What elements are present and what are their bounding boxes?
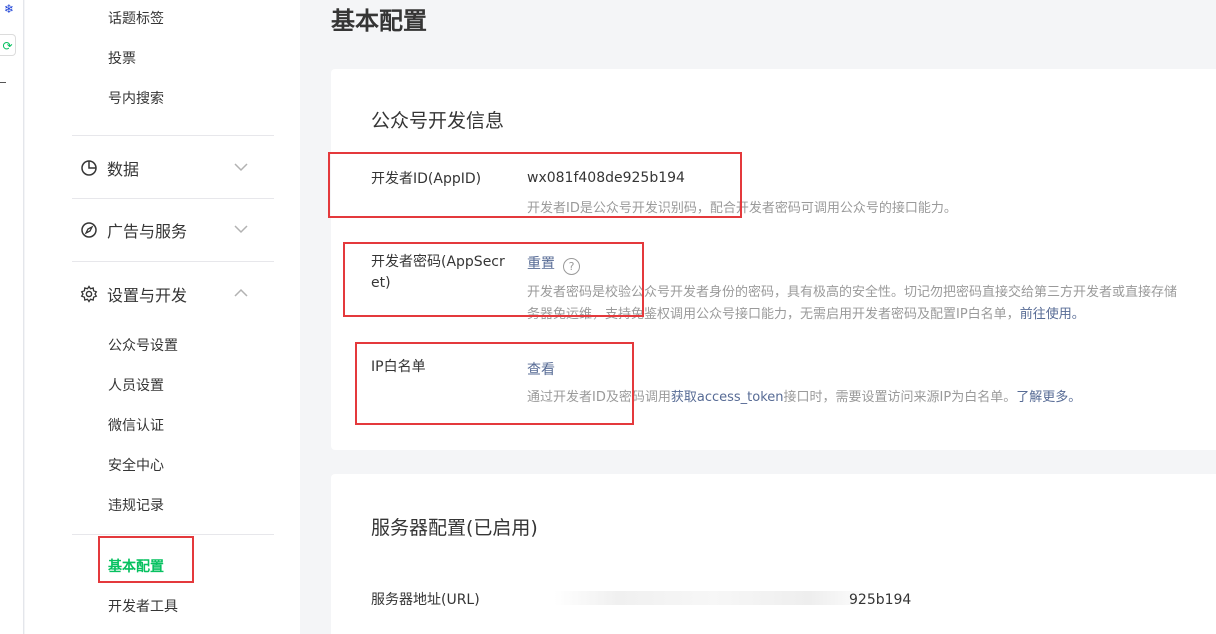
sidebar-divider (72, 135, 274, 136)
appsecret-description-line1: 开发者密码是校验公众号开发者身份的密码，具有极高的安全性。切记勿把密码直接交给第… (527, 285, 1178, 300)
sidebar-item-dev-tools[interactable]: 开发者工具 (108, 596, 178, 616)
sidebar-divider (72, 534, 274, 535)
sidebar-item-security-center[interactable]: 安全中心 (108, 455, 164, 475)
sidebar-divider (72, 198, 274, 199)
chevron-down-icon (234, 163, 248, 172)
dev-info-card: 公众号开发信息 开发者ID(AppID) wx081f408de925b194 … (331, 69, 1216, 450)
sidebar-item-account-settings[interactable]: 公众号设置 (108, 335, 178, 355)
ip-desc-text: 通过开发者ID及密码调用 (527, 390, 671, 405)
server-config-card: 服务器配置(已启用) 服务器地址(URL) 925b194 (331, 474, 1216, 634)
app-logo-icon[interactable]: ❄ (0, 0, 18, 18)
sidebar-item-search[interactable]: 号内搜索 (108, 88, 164, 108)
sidebar-group-settings[interactable]: 设置与开发 (80, 282, 250, 306)
refresh-icon[interactable]: ⟳ (0, 34, 16, 56)
sidebar-group-data[interactable]: 数据 (80, 156, 250, 180)
sidebar-group-label: 数据 (107, 160, 140, 179)
appsecret-actions: 重置? (527, 253, 580, 275)
ip-desc-text: 接口时，需要设置访问来源IP为白名单。 (783, 390, 1017, 405)
learn-more-link[interactable]: 了解更多。 (1016, 390, 1081, 405)
gear-icon (80, 285, 98, 303)
sidebar-item-basic-config[interactable]: 基本配置 (108, 556, 164, 576)
ip-whitelist-label: IP白名单 (371, 359, 426, 375)
chevron-up-icon (234, 288, 248, 297)
access-token-link[interactable]: 获取access_token (671, 390, 784, 405)
left-app-strip: ❄ ⟳ (0, 0, 24, 634)
ip-whitelist-description: 通过开发者ID及密码调用获取access_token接口时，需要设置访问来源IP… (527, 387, 1081, 409)
appsecret-label: 开发者密码(AppSecret) (371, 254, 505, 291)
dev-info-title: 公众号开发信息 (371, 110, 505, 132)
sidebar: 话题标签 投票 号内搜索 数据 广告与服务 设置与开发 公众号设置 人员设置 微… (25, 0, 300, 634)
compass-icon (81, 222, 97, 238)
server-url-value: 925b194 (849, 592, 912, 608)
sidebar-group-label: 广告与服务 (107, 222, 188, 241)
view-ip-whitelist-link[interactable]: 查看 (527, 359, 555, 379)
sidebar-item-wechat-verify[interactable]: 微信认证 (108, 415, 164, 435)
sidebar-item-vote[interactable]: 投票 (108, 48, 136, 68)
sidebar-divider (72, 261, 274, 262)
main-content: 基本配置 公众号开发信息 开发者ID(AppID) wx081f408de925… (300, 0, 1216, 634)
page-title: 基本配置 (331, 7, 427, 35)
appid-value[interactable]: wx081f408de925b194 (527, 170, 685, 186)
sidebar-group-ads[interactable]: 广告与服务 (80, 218, 250, 242)
help-icon[interactable]: ? (563, 258, 580, 275)
sidebar-item-staff-settings[interactable]: 人员设置 (108, 375, 164, 395)
appsecret-description-text: 务器免运维，支持免鉴权调用公众号接口能力，无需启用开发者密码及配置IP白名单， (527, 307, 1020, 322)
appid-description: 开发者ID是公众号开发识别码，配合开发者密码可调用公众号的接口能力。 (527, 201, 957, 216)
appsecret-description-line2: 务器免运维，支持免鉴权调用公众号接口能力，无需启用开发者密码及配置IP白名单，前… (527, 304, 1085, 326)
appid-label: 开发者ID(AppID) (371, 171, 482, 187)
sidebar-group-label: 设置与开发 (107, 286, 188, 305)
server-config-title: 服务器配置(已启用) (371, 517, 538, 539)
pie-chart-icon (81, 160, 97, 176)
go-use-link[interactable]: 前往使用。 (1020, 307, 1085, 322)
strip-divider (0, 82, 6, 83)
sidebar-item-topic-tags[interactable]: 话题标签 (108, 8, 164, 28)
redacted-url (554, 591, 874, 605)
chevron-down-icon (234, 225, 248, 234)
reset-secret-link[interactable]: 重置 (527, 256, 555, 272)
sidebar-item-violations[interactable]: 违规记录 (108, 495, 164, 515)
server-url-label: 服务器地址(URL) (371, 592, 480, 608)
